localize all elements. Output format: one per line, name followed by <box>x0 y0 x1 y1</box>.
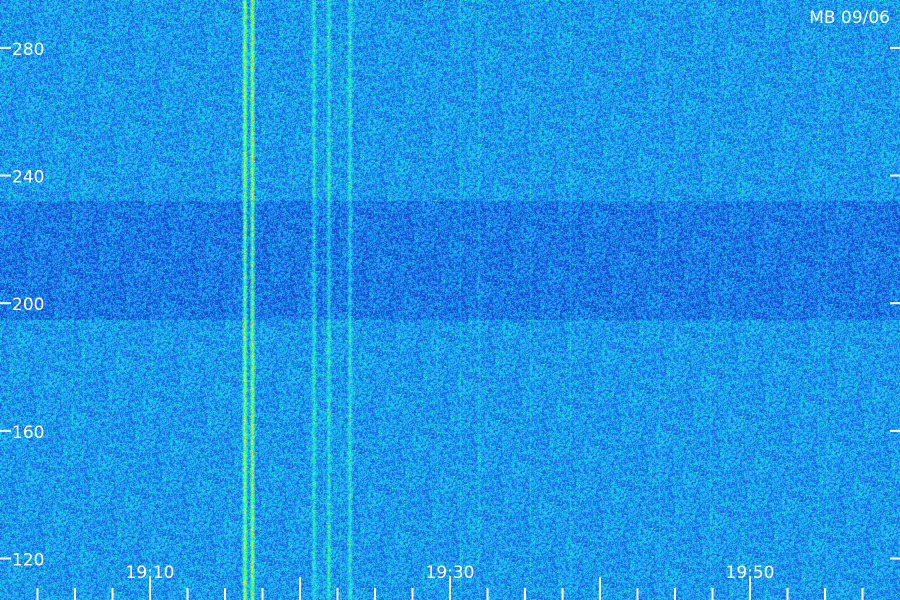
x-tick-label: 19:10 <box>126 563 175 583</box>
x-tick-label: 19:50 <box>726 563 775 583</box>
chart-title: MB 09/06 <box>809 8 890 28</box>
y-tick-label: 120 <box>12 551 44 571</box>
y-axis: 280 240 200 160 120 <box>0 40 900 571</box>
spectrogram-chart: 280 240 200 160 120 19:10 19:30 19:50 MB 09/06 <box>0 0 900 600</box>
y-tick-label: 200 <box>12 295 44 315</box>
y-tick-label: 280 <box>12 40 44 60</box>
y-tick-label: 240 <box>12 168 44 188</box>
chart-overlay: 280 240 200 160 120 19:10 19:30 19:50 MB 09/06 <box>0 8 900 600</box>
x-axis: 19:10 19:30 19:50 <box>36 563 864 600</box>
x-tick-label: 19:30 <box>426 563 475 583</box>
y-tick-label: 160 <box>12 423 44 443</box>
